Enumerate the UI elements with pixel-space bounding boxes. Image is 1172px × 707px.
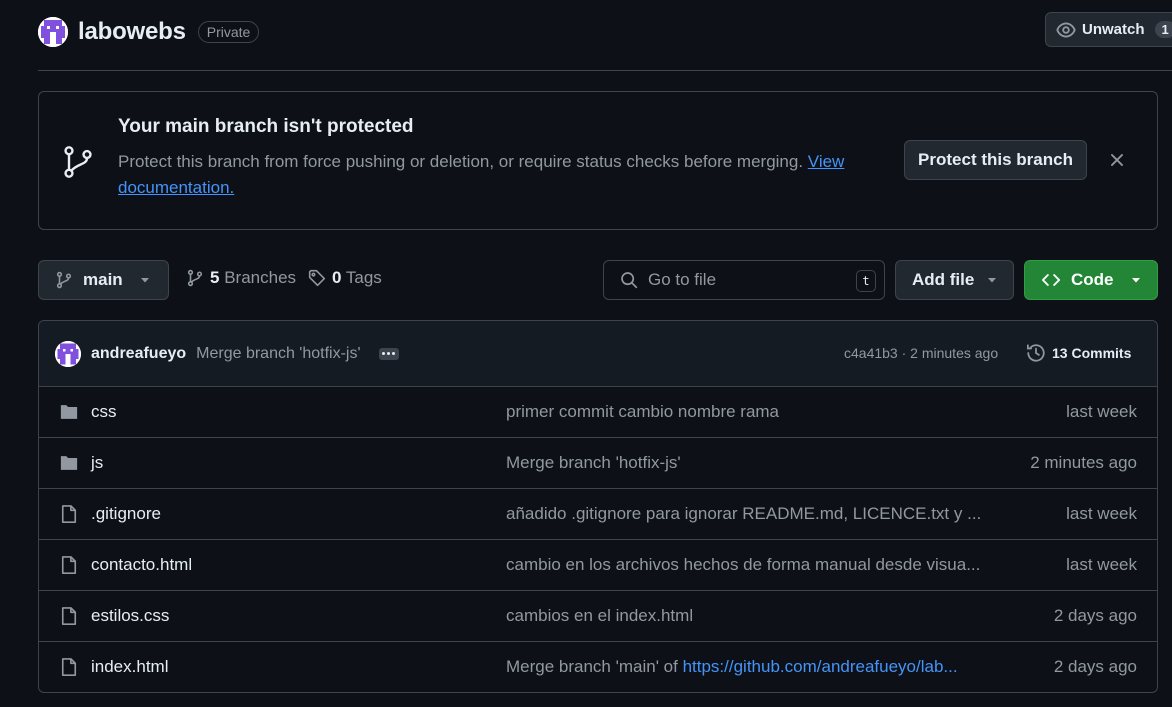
chevron-down-icon [1130, 274, 1142, 286]
commits-label: 13 Commits [1052, 345, 1132, 361]
git-branch-icon [60, 144, 96, 180]
branches-label: Branches [224, 268, 297, 287]
history-icon [1026, 343, 1046, 363]
git-branch-icon [186, 269, 204, 287]
file-name-link[interactable]: index.html [91, 657, 168, 677]
visibility-badge: Private [197, 21, 260, 43]
repo-avatar[interactable] [38, 17, 68, 47]
file-date: last week [1066, 504, 1137, 523]
branches-count: 5 [210, 268, 220, 287]
file-date: 2 minutes ago [1030, 453, 1137, 472]
file-list: css primer commit cambio nombre rama last … [39, 387, 1157, 692]
table-row[interactable]: index.html Merge branch 'main' of https:/… [39, 642, 1157, 692]
banner-title: Your main branch isn't protected [118, 116, 414, 137]
file-commit-message[interactable]: añadido .gitignore para ignorar README.m… [506, 504, 988, 524]
commit-message-text: primer commit cambio nombre rama [506, 402, 780, 421]
file-icon [59, 555, 79, 575]
commit-message-text: Merge branch 'hotfix-js' [506, 453, 681, 472]
file-date: last week [1066, 555, 1137, 574]
table-row[interactable]: .gitignore añadido .gitignore para ignora… [39, 489, 1157, 540]
file-name-link[interactable]: .gitignore [91, 504, 161, 524]
commit-author[interactable]: andreafueyo [91, 345, 186, 363]
file-date: 2 days ago [1053, 657, 1137, 676]
file-commit-message[interactable]: Merge branch 'hotfix-js' [506, 453, 988, 473]
ellipsis-icon[interactable] [378, 347, 399, 360]
tags-label: Tags [345, 268, 382, 287]
branches-link[interactable]: 5 Branches [186, 268, 296, 288]
file-commit-message[interactable]: cambios en el index.html [506, 606, 988, 626]
protect-branch-button[interactable]: Protect this branch [904, 140, 1087, 180]
repo-name[interactable]: labowebs [78, 18, 186, 46]
chevron-down-icon [986, 274, 998, 286]
folder-icon [59, 402, 79, 422]
file-commit-message[interactable]: primer commit cambio nombre rama [506, 402, 988, 422]
file-name-link[interactable]: css [91, 402, 117, 422]
file-commit-message[interactable]: cambio en los archivos hechos de forma m… [506, 555, 988, 575]
file-name-link[interactable]: contacto.html [91, 555, 192, 575]
file-date: last week [1066, 402, 1137, 421]
unwatch-button[interactable]: Unwatch 1 [1045, 12, 1172, 47]
repo-header: labowebs Private [38, 14, 260, 50]
commit-message[interactable]: Merge branch 'hotfix-js' [196, 345, 360, 363]
commit-meta[interactable]: c4a41b3 · 2 minutes ago [844, 345, 998, 361]
table-row[interactable]: js Merge branch 'hotfix-js' 2 minutes ago [39, 438, 1157, 489]
branch-selector[interactable]: main [38, 260, 169, 300]
code-button[interactable]: Code [1024, 260, 1158, 300]
table-row[interactable]: css primer commit cambio nombre rama last … [39, 387, 1157, 438]
file-table: andreafueyo Merge branch 'hotfix-js' c4a… [38, 320, 1158, 693]
tags-link[interactable]: 0 Tags [308, 268, 382, 288]
eye-icon [1056, 20, 1076, 40]
commit-message-text: cambio en los archivos hechos de forma m… [506, 555, 981, 574]
table-row[interactable]: estilos.css cambios en el index.html 2 day… [39, 591, 1157, 642]
close-icon[interactable] [1108, 151, 1126, 169]
commits-link[interactable]: 13 Commits [1026, 343, 1131, 363]
file-name-link[interactable]: js [91, 453, 103, 473]
banner-text: Protect this branch from force pushing o… [118, 152, 808, 171]
current-branch: main [83, 270, 123, 289]
avatar[interactable] [55, 340, 81, 367]
file-commit-message[interactable]: Merge branch 'main' of https://github.co… [506, 657, 988, 677]
chevron-down-icon [139, 274, 151, 286]
add-file-label: Add file [912, 270, 975, 289]
file-icon [59, 657, 79, 677]
commit-message-text: añadido .gitignore para ignorar README.m… [506, 504, 982, 523]
tags-count: 0 [332, 268, 342, 287]
tag-icon [308, 269, 326, 287]
file-icon [59, 606, 79, 626]
keyboard-shortcut: t [856, 270, 876, 292]
unwatch-label: Unwatch [1082, 21, 1145, 38]
commit-message-text: Merge branch 'main' of [506, 657, 683, 676]
file-icon [59, 504, 79, 524]
git-branch-icon [55, 271, 73, 289]
file-name-link[interactable]: estilos.css [91, 606, 169, 626]
header-divider [38, 70, 1172, 71]
code-icon [1041, 270, 1061, 290]
banner-description: Protect this branch from force pushing o… [118, 149, 888, 201]
commit-message-text: cambios en el index.html [506, 606, 694, 625]
commit-message-link[interactable]: https://github.com/andreafueyo/lab... [683, 657, 958, 676]
folder-icon [59, 453, 79, 473]
search-placeholder: Go to file [648, 270, 717, 289]
file-date: 2 days ago [1053, 606, 1137, 625]
watch-count: 1 [1154, 21, 1172, 38]
go-to-file-input[interactable]: Go to file t [603, 260, 885, 300]
add-file-button[interactable]: Add file [895, 260, 1014, 300]
search-icon [620, 271, 638, 289]
latest-commit-bar: andreafueyo Merge branch 'hotfix-js' c4a… [39, 321, 1157, 387]
code-label: Code [1071, 270, 1114, 289]
table-row[interactable]: contacto.html cambio en los archivos hech… [39, 540, 1157, 591]
